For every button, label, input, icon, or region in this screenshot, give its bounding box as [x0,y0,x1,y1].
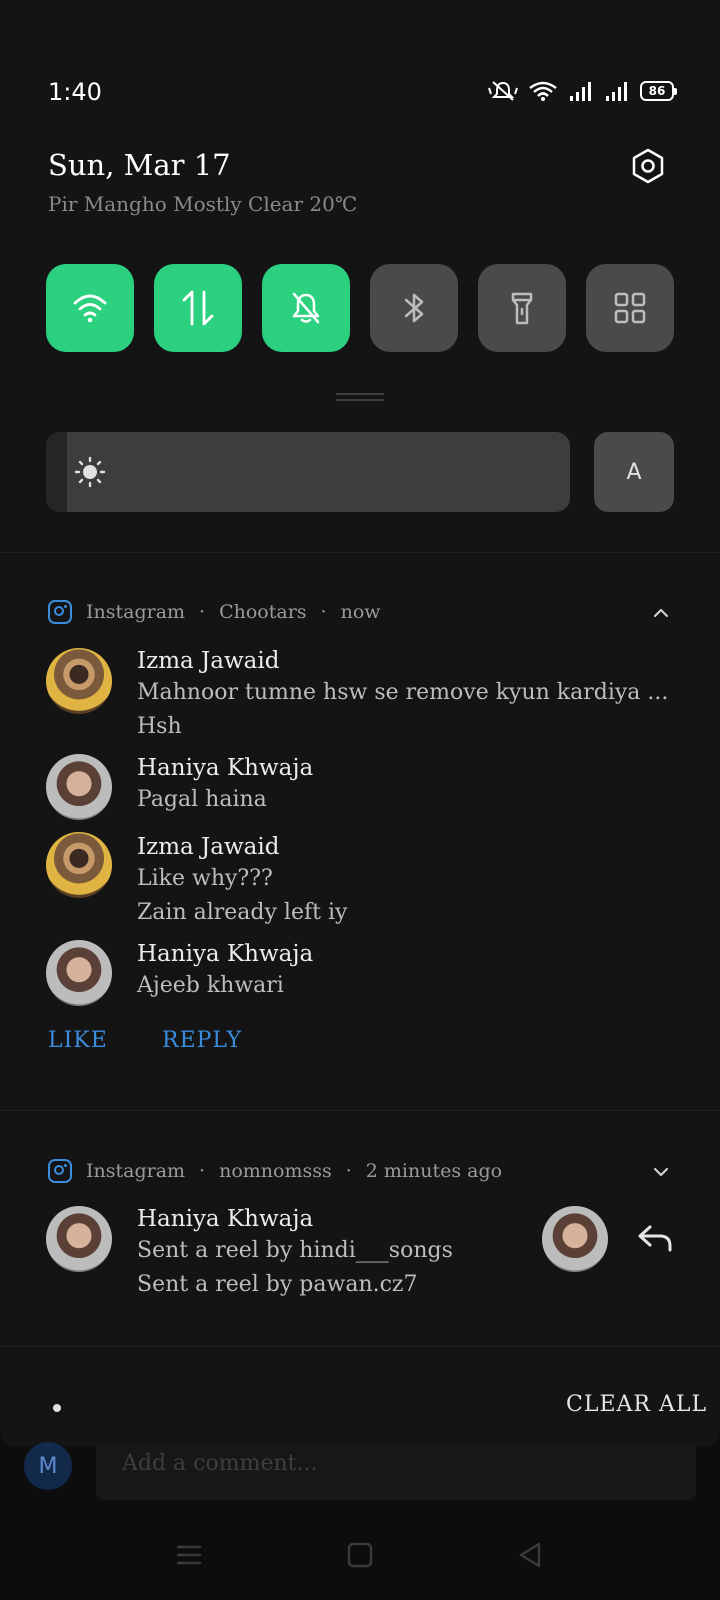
reply-button[interactable]: REPLY [162,1028,242,1053]
divider [0,1346,720,1347]
tile-bluetooth[interactable] [370,264,458,352]
message-sender: Haniya Khwaja [137,941,314,967]
app-name: Instagram [86,601,186,623]
signal-2-icon [606,82,627,101]
message-text: Like why??? [137,866,273,891]
status-icons: 86 [488,80,677,102]
bluetooth-icon [404,293,424,323]
message-text: Ajeeb khwari [137,973,284,998]
avatar [46,648,112,714]
page-indicator-dot [53,1404,61,1412]
avatar [46,832,112,898]
tile-mobile-data[interactable] [154,264,242,352]
message-sender: Haniya Khwaja [137,755,314,781]
auto-brightness-button[interactable]: A [594,432,674,512]
message-text: Hsh [137,714,182,739]
tile-mute[interactable] [262,264,350,352]
like-button[interactable]: LIKE [48,1028,108,1053]
divider [0,1110,720,1111]
instagram-icon [48,600,72,624]
avatar [46,940,112,1006]
message-sender: Izma Jawaid [137,648,280,674]
brightness-slider[interactable] [46,432,570,512]
weather-label: Pir Mangho Mostly Clear 20℃ [48,192,358,216]
message-text: Mahnoor tumne hsw se remove kyun kardiya… [137,680,669,705]
menu-nav-icon[interactable] [174,1540,204,1570]
drag-handle[interactable] [336,393,384,401]
notification-header[interactable]: Instagram · nomnomsss · 2 minutes ago [48,1159,502,1183]
wifi-status-icon [529,81,557,101]
tile-wifi[interactable] [46,264,134,352]
user-avatar[interactable]: M [24,1442,72,1490]
signal-1-icon [570,82,591,101]
reel-thumbnail[interactable] [542,1206,608,1272]
notification-source: Chootars [219,601,307,623]
divider [0,552,720,553]
notification-time: now [340,601,381,623]
message-text: Pagal haina [137,787,267,812]
date-label: Sun, Mar 17 [48,148,231,182]
instagram-icon [48,1159,72,1183]
chevron-down-icon[interactable] [652,1163,670,1181]
clear-all-button[interactable]: CLEAR ALL [566,1392,707,1417]
grid-icon [614,292,646,324]
avatar [46,1206,112,1272]
message-text: Sent a reel by pawan.cz7 [137,1272,418,1297]
comment-placeholder: Add a comment... [122,1451,318,1476]
tile-flashlight[interactable] [478,264,566,352]
status-time: 1:40 [48,78,102,106]
mute-status-icon [488,81,518,101]
message-text: Sent a reel by hindi___songs [137,1238,453,1263]
settings-gear-icon[interactable] [630,148,666,184]
sun-icon [74,456,106,488]
data-arrows-icon [182,290,214,326]
brightness-fill [46,432,67,512]
app-name: Instagram [86,1160,186,1182]
back-nav-icon[interactable] [515,1540,545,1570]
bell-off-icon [292,292,320,324]
notification-time: 2 minutes ago [365,1160,503,1182]
reply-icon[interactable] [636,1222,676,1256]
tile-more[interactable] [586,264,674,352]
home-nav-icon[interactable] [345,1540,375,1570]
message-sender: Haniya Khwaja [137,1206,314,1232]
notification-source: nomnomsss [219,1160,332,1182]
flashlight-icon [511,292,533,325]
avatar [46,754,112,820]
battery-icon: 86 [640,81,677,101]
message-text: Zain already left iy [137,900,348,925]
notification-header[interactable]: Instagram · Chootars · now [48,600,381,624]
chevron-up-icon[interactable] [652,604,670,622]
wifi-icon [73,294,107,323]
message-sender: Izma Jawaid [137,834,280,860]
